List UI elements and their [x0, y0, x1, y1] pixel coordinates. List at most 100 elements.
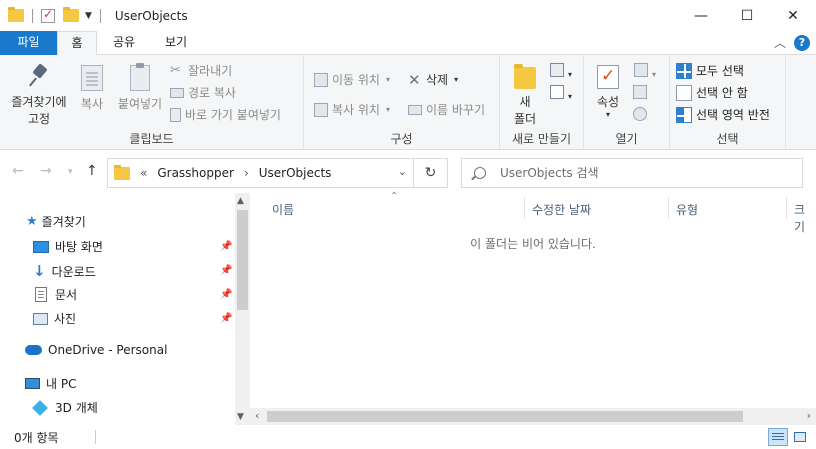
column-divider[interactable]: [524, 197, 525, 219]
minimize-button[interactable]: —: [678, 0, 724, 31]
back-arrow-icon[interactable]: ←: [12, 163, 24, 179]
minimize-ribbon-chevron-up-icon[interactable]: ︿: [774, 34, 786, 51]
column-type[interactable]: 유형: [676, 201, 698, 218]
column-name[interactable]: 이름: [272, 201, 294, 218]
tab-file[interactable]: 파일: [0, 31, 57, 55]
nav-documents-label: 문서: [55, 288, 78, 302]
nav-onedrive[interactable]: OneDrive - Personal: [25, 343, 167, 357]
pin-to-quick-access-button[interactable]: 즐겨찾기에 고정: [4, 65, 74, 127]
select-none-icon: [676, 84, 692, 101]
copy-to-button[interactable]: 복사 위치 ▾: [314, 101, 390, 118]
new-folder-quick-icon[interactable]: [63, 7, 79, 22]
column-headers: ⌃ 이름 수정한 날짜 유형 크기: [250, 191, 816, 234]
select-all-button[interactable]: 모두 선택: [676, 62, 744, 79]
up-arrow-icon[interactable]: ↑: [86, 163, 98, 179]
move-to-button[interactable]: 이동 위치 ▾: [314, 71, 390, 88]
cut-button[interactable]: ✂ 잘라내기: [170, 62, 232, 79]
nav-quick-access[interactable]: ★ 즐겨찾기: [26, 213, 86, 230]
tab-home[interactable]: 홈: [57, 31, 97, 56]
breadcrumb: « Grasshopper › UserObjects: [140, 166, 341, 180]
organize-group-label: 구성: [390, 132, 413, 146]
chevron-down-icon: ▾: [385, 105, 390, 114]
select-none-button[interactable]: 선택 안 함: [676, 84, 748, 101]
pin-icon[interactable]: 📌: [220, 265, 232, 276]
pin-icon[interactable]: 📌: [220, 289, 232, 300]
details-view-button[interactable]: [768, 428, 788, 446]
help-icon[interactable]: ?: [794, 34, 810, 51]
breadcrumb-separator[interactable]: ›: [244, 166, 249, 180]
new-group-label: 새로 만들기: [511, 132, 571, 146]
delete-button[interactable]: ✕ 삭제 ▾: [408, 71, 458, 88]
paste-shortcut-button[interactable]: 바로 가기 붙여넣기: [170, 106, 281, 123]
nav-desktop[interactable]: 바탕 화면: [33, 238, 103, 255]
paste-label: 붙여넣기: [117, 97, 163, 111]
new-item-button[interactable]: ▾: [548, 63, 574, 80]
address-bar[interactable]: « Grasshopper › UserObjects ⌄ ↻: [107, 158, 448, 188]
horizontal-scrollbar-thumb[interactable]: [267, 411, 743, 422]
move-to-label: 이동 위치: [332, 73, 380, 87]
forward-arrow-icon[interactable]: →: [40, 163, 52, 179]
recent-locations-chevron-down-icon[interactable]: ▾: [68, 167, 73, 177]
pin-label-line2: 고정: [27, 112, 51, 126]
nav-downloads[interactable]: ↓ 다운로드: [33, 262, 96, 280]
star-icon: ★: [26, 214, 38, 229]
scroll-left-chevron-icon[interactable]: ‹: [255, 409, 259, 422]
paste-button[interactable]: 붙여넣기: [112, 63, 168, 112]
edit-button[interactable]: [632, 85, 652, 102]
breadcrumb-overflow[interactable]: «: [140, 166, 147, 180]
tab-view[interactable]: 보기: [152, 31, 200, 55]
nav-scrollbar[interactable]: ▲ ▼: [235, 193, 250, 425]
column-divider[interactable]: [668, 197, 669, 219]
search-box[interactable]: [461, 158, 803, 188]
properties-quick-icon[interactable]: [41, 7, 55, 23]
nav-this-pc[interactable]: 내 PC: [25, 375, 76, 392]
scroll-down-chevron-icon[interactable]: ▼: [237, 412, 244, 422]
column-size[interactable]: 크기: [794, 201, 816, 235]
large-icons-view-button[interactable]: [790, 428, 810, 446]
nav-this-pc-label: 내 PC: [46, 377, 77, 391]
delete-label: 삭제: [426, 73, 449, 87]
open-button[interactable]: ▾: [632, 63, 658, 80]
pin-icon[interactable]: 📌: [220, 241, 232, 252]
scroll-up-chevron-icon[interactable]: ▲: [237, 196, 244, 206]
clipboard-icon: [130, 63, 150, 91]
nav-scrollbar-thumb[interactable]: [237, 210, 248, 310]
scroll-right-chevron-icon[interactable]: ›: [807, 409, 811, 422]
new-folder-button[interactable]: 새 폴더: [508, 64, 542, 127]
navigation-bar: ← → ▾ ↑ « Grasshopper › UserObjects ⌄ ↻: [0, 151, 816, 193]
rename-button[interactable]: 이름 바꾸기: [408, 101, 485, 118]
refresh-icon[interactable]: ↻: [413, 159, 447, 187]
quick-access-toolbar: ▼: [0, 0, 109, 31]
edit-pencil-icon: [633, 85, 647, 99]
close-button[interactable]: ✕: [770, 0, 816, 31]
invert-selection-label: 선택 영역 반전: [696, 108, 770, 122]
pin-icon[interactable]: 📌: [220, 313, 232, 324]
history-button[interactable]: [632, 107, 652, 124]
nav-pictures[interactable]: 사진: [33, 310, 76, 327]
maximize-button[interactable]: ☐: [724, 0, 770, 31]
invert-selection-icon: [676, 106, 692, 123]
ribbon: 즐겨찾기에 고정 복사 붙여넣기 ✂ 잘라내기 경로 복사 바로 가기 붙여넣기…: [0, 55, 816, 150]
horizontal-scrollbar[interactable]: ‹ ›: [250, 408, 816, 425]
nav-desktop-label: 바탕 화면: [55, 240, 103, 254]
nav-3d-objects[interactable]: 3D 개체: [32, 399, 98, 416]
copy-button[interactable]: 복사: [74, 65, 110, 112]
status-bar: 0개 항목: [0, 425, 816, 449]
select-all-icon: [676, 62, 692, 79]
nav-documents[interactable]: 문서: [35, 286, 77, 303]
search-input[interactable]: [500, 166, 780, 180]
breadcrumb-grasshopper[interactable]: Grasshopper: [157, 166, 234, 180]
title-bar: ▼ UserObjects — ☐ ✕: [0, 0, 816, 31]
invert-selection-button[interactable]: 선택 영역 반전: [676, 106, 770, 123]
navigation-pane: ★ 즐겨찾기 바탕 화면 📌 ↓ 다운로드 📌 문서 📌 사진 📌 OneDri…: [0, 193, 250, 425]
copy-path-icon: [170, 87, 184, 98]
customize-toolbar-chevron-down-icon[interactable]: ▼: [85, 11, 92, 21]
tab-share[interactable]: 공유: [102, 31, 146, 55]
breadcrumb-userobjects[interactable]: UserObjects: [259, 166, 332, 180]
properties-button[interactable]: 속성 ▾: [590, 65, 626, 119]
address-history-chevron-down-icon[interactable]: ⌄: [398, 165, 407, 178]
column-modified[interactable]: 수정한 날짜: [532, 201, 591, 218]
column-divider[interactable]: [786, 197, 787, 219]
copy-path-button[interactable]: 경로 복사: [170, 84, 236, 101]
easy-access-button[interactable]: ▾: [548, 85, 574, 102]
